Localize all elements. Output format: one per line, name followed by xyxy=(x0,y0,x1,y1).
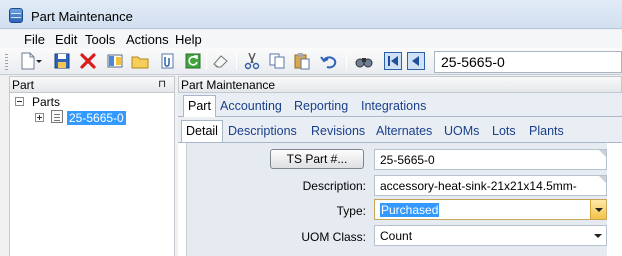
tab-plants[interactable]: Plants xyxy=(529,124,564,138)
paste-icon[interactable] xyxy=(293,52,311,70)
maintenance-panel-title: Part Maintenance xyxy=(181,78,276,92)
part-panel-header: Part ⊓ xyxy=(9,76,175,93)
find-icon[interactable] xyxy=(355,52,373,70)
tab-alternates[interactable]: Alternates xyxy=(376,124,432,138)
record-search-input[interactable]: 25-5665-0 xyxy=(434,51,622,73)
tab-uoms[interactable]: UOMs xyxy=(444,124,479,138)
pin-icon[interactable]: ⊓ xyxy=(158,79,166,90)
uom-class-dropdown[interactable]: Count xyxy=(374,225,607,246)
tab-revisions[interactable]: Revisions xyxy=(311,124,365,138)
toolbar-separator xyxy=(346,53,347,70)
tree-item-part[interactable]: 25-5665-0 xyxy=(67,111,126,125)
part-tree: Parts 25-5665-0 xyxy=(9,93,175,256)
tab-lots[interactable]: Lots xyxy=(492,124,516,138)
tab-descriptions[interactable]: Descriptions xyxy=(228,124,297,138)
ts-part-field[interactable]: 25-5665-0 xyxy=(374,149,607,170)
maintenance-panel-header: Part Maintenance xyxy=(178,76,622,93)
previous-record-icon[interactable] xyxy=(407,52,425,70)
main-tabs: Part Accounting Reporting Integrations xyxy=(178,93,622,117)
cut-icon[interactable] xyxy=(243,52,261,70)
tree-expand-icon[interactable] xyxy=(35,113,44,122)
ts-part-button[interactable]: TS Part #... xyxy=(270,149,364,169)
menu-actions[interactable]: Actions xyxy=(126,32,169,47)
tree-collapse-icon[interactable] xyxy=(15,97,24,106)
menu-edit[interactable]: Edit xyxy=(55,32,77,47)
type-value: Purchased xyxy=(380,203,440,217)
description-label: Description: xyxy=(302,179,366,193)
attach-icon[interactable] xyxy=(158,52,176,70)
menu-file[interactable]: File xyxy=(24,32,45,47)
first-record-icon[interactable] xyxy=(384,52,402,70)
tab-detail[interactable]: Detail xyxy=(181,120,223,142)
part-document-icon xyxy=(51,110,63,123)
menu-bar: File Edit Tools Actions Help xyxy=(0,30,622,48)
description-field[interactable]: accessory-heat-sink-21x21x14.5mm- xyxy=(374,175,607,196)
book-icon[interactable] xyxy=(106,52,124,70)
part-panel-title: Part xyxy=(12,78,35,92)
tab-integrations[interactable]: Integrations xyxy=(361,99,426,113)
window-title: Part Maintenance xyxy=(31,9,133,24)
tab-accounting[interactable]: Accounting xyxy=(220,99,282,113)
title-bar: Part Maintenance xyxy=(0,0,622,29)
toolbar-grip xyxy=(5,54,8,70)
menu-tools[interactable]: Tools xyxy=(85,32,115,47)
type-dropdown[interactable]: Purchased xyxy=(374,199,607,220)
form-margin xyxy=(607,143,622,256)
field-corner-marker xyxy=(599,150,606,157)
save-icon[interactable] xyxy=(53,52,71,70)
chevron-down-icon[interactable] xyxy=(590,200,606,219)
app-icon xyxy=(9,8,23,23)
chevron-down-icon[interactable] xyxy=(590,226,606,245)
folder-icon[interactable] xyxy=(131,52,149,70)
toolbar-separator xyxy=(206,53,207,70)
toolbar-separator xyxy=(236,53,237,70)
type-label: Type: xyxy=(336,204,366,218)
uom-class-value: Count xyxy=(380,229,413,243)
uom-class-label: UOM Class: xyxy=(301,230,366,244)
delete-icon[interactable] xyxy=(79,52,97,70)
tab-reporting[interactable]: Reporting xyxy=(294,99,348,113)
field-corner-marker xyxy=(599,176,606,183)
menu-help[interactable]: Help xyxy=(175,32,202,47)
ts-part-value: 25-5665-0 xyxy=(380,153,435,167)
tab-part[interactable]: Part xyxy=(183,95,216,117)
copy-icon[interactable] xyxy=(268,52,286,70)
undo-icon[interactable] xyxy=(319,52,337,70)
tree-root-parts[interactable]: Parts xyxy=(32,95,60,109)
eraser-icon[interactable] xyxy=(211,52,229,70)
sub-tabs: Detail Descriptions Revisions Alternates… xyxy=(178,118,622,143)
refresh-icon[interactable] xyxy=(184,52,202,70)
new-dropdown-icon[interactable] xyxy=(35,52,43,70)
description-value: accessory-heat-sink-21x21x14.5mm- xyxy=(380,179,577,193)
